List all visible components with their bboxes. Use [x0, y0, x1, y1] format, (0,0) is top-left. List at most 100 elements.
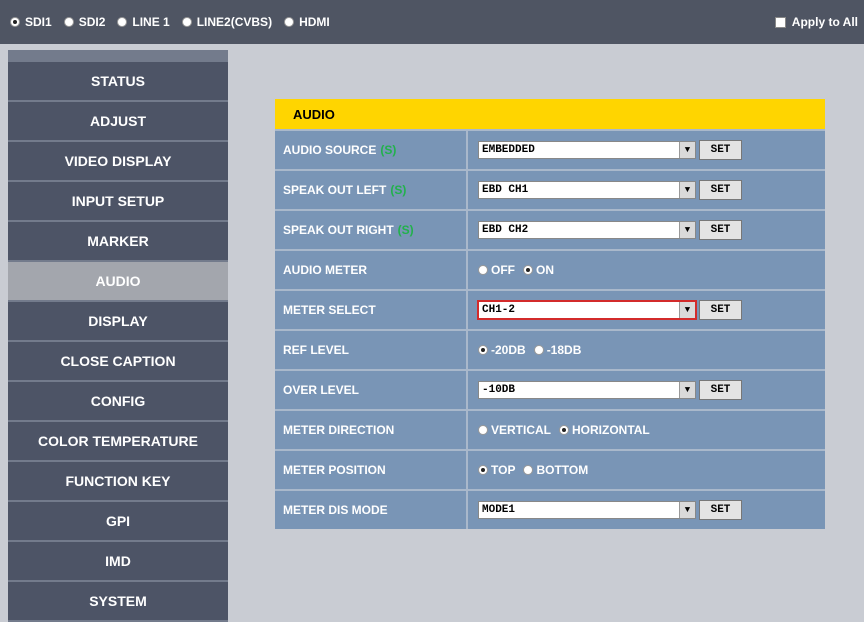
selected-value: -10DB: [482, 384, 516, 396]
audio-source-set-button[interactable]: SET: [699, 140, 742, 160]
input-source-bar: SDI1 SDI2 LINE 1 LINE2(CVBS) HDMI Apply …: [0, 0, 864, 44]
radio-selected-icon[interactable]: [478, 345, 488, 355]
over-level-select[interactable]: -10DB ▼: [478, 381, 696, 399]
sidebar-item-marker[interactable]: MARKER: [8, 222, 228, 262]
radio-icon[interactable]: [117, 17, 128, 27]
meter-direction-vertical-option[interactable]: VERTICAL: [478, 423, 551, 437]
radio-selected-icon[interactable]: [10, 17, 20, 27]
setting-row-meter-direction: METER DIRECTION VERTICAL HORIZONTAL: [275, 409, 825, 449]
speak-out-right-select[interactable]: EBD CH2 ▼: [478, 221, 696, 239]
s-marker: (S): [397, 223, 414, 237]
meter-select-label: METER SELECT: [275, 291, 468, 329]
radio-icon[interactable]: [523, 465, 534, 475]
audio-settings-panel: AUDIO AUDIO SOURCE (S) EMBEDDED ▼ SET SP…: [275, 99, 825, 529]
setting-label: AUDIO SOURCE (S): [275, 131, 468, 169]
audio-meter-on-option[interactable]: ON: [523, 263, 554, 277]
setting-control: EBD CH2 ▼ SET: [468, 211, 825, 249]
option-label: -18DB: [546, 343, 582, 357]
setting-control: -20DB -18DB: [468, 331, 825, 369]
source-option-line1[interactable]: LINE 1: [117, 15, 170, 29]
selected-value: EBD CH2: [482, 224, 529, 236]
source-option-line2-cvbs[interactable]: LINE2(CVBS): [181, 15, 273, 29]
panel-title: AUDIO: [275, 99, 825, 129]
speak-out-right-set-button[interactable]: SET: [699, 220, 742, 240]
radio-icon[interactable]: [478, 425, 488, 435]
audio-source-select[interactable]: EMBEDDED ▼: [478, 141, 696, 159]
meter-dis-mode-label: METER DIS MODE: [275, 491, 468, 529]
setting-row-ref-level: REF LEVEL -20DB -18DB: [275, 329, 825, 369]
audio-source-label: AUDIO SOURCE: [283, 143, 377, 157]
dropdown-arrow-icon[interactable]: ▼: [679, 382, 695, 398]
option-label: HORIZONTAL: [572, 423, 650, 437]
option-label: ON: [536, 263, 554, 277]
meter-dis-mode-set-button[interactable]: SET: [699, 500, 742, 520]
setting-row-meter-position: METER POSITION TOP BOTTOM: [275, 449, 825, 489]
sidebar-item-display[interactable]: DISPLAY: [8, 302, 228, 342]
setting-control: EBD CH1 ▼ SET: [468, 171, 825, 209]
ref-level-20db-option[interactable]: -20DB: [478, 343, 526, 357]
audio-meter-off-option[interactable]: OFF: [478, 263, 515, 277]
sidebar-item-color-temperature[interactable]: COLOR TEMPERATURE: [8, 422, 228, 462]
checkbox-icon[interactable]: [774, 16, 786, 28]
radio-icon[interactable]: [533, 345, 544, 355]
radio-icon[interactable]: [284, 17, 295, 27]
ref-level-18db-option[interactable]: -18DB: [533, 343, 582, 357]
setting-control: TOP BOTTOM: [468, 451, 825, 489]
sidebar-item-config[interactable]: CONFIG: [8, 382, 228, 422]
setting-control: -10DB ▼ SET: [468, 371, 825, 409]
meter-position-bottom-option[interactable]: BOTTOM: [523, 463, 588, 477]
over-level-label: OVER LEVEL: [275, 371, 468, 409]
sidebar-item-input-setup[interactable]: INPUT SETUP: [8, 182, 228, 222]
sidebar-item-close-caption[interactable]: CLOSE CAPTION: [8, 342, 228, 382]
source-label: LINE 1: [132, 15, 170, 29]
sidebar-menu: STATUS ADJUST VIDEO DISPLAY INPUT SETUP …: [8, 50, 228, 622]
speak-out-right-label: SPEAK OUT RIGHT: [283, 223, 394, 237]
meter-position-top-option[interactable]: TOP: [478, 463, 515, 477]
setting-row-meter-select: METER SELECT CH1-2 ▼ SET: [275, 289, 825, 329]
over-level-set-button[interactable]: SET: [699, 380, 742, 400]
apply-to-all-checkbox[interactable]: Apply to All: [774, 0, 858, 44]
sidebar-item-function-key[interactable]: FUNCTION KEY: [8, 462, 228, 502]
radio-icon[interactable]: [478, 265, 488, 275]
option-label: -20DB: [491, 343, 526, 357]
selected-value: EBD CH1: [482, 184, 529, 196]
option-label: TOP: [491, 463, 516, 477]
source-option-sdi2[interactable]: SDI2: [63, 15, 106, 29]
option-label: BOTTOM: [536, 463, 589, 477]
setting-row-audio-source: AUDIO SOURCE (S) EMBEDDED ▼ SET: [275, 129, 825, 169]
source-option-sdi1[interactable]: SDI1: [10, 15, 52, 29]
sidebar-header: [8, 50, 228, 62]
speak-out-left-select[interactable]: EBD CH1 ▼: [478, 181, 696, 199]
sidebar-item-imd[interactable]: IMD: [8, 542, 228, 582]
sidebar-item-audio[interactable]: AUDIO: [8, 262, 228, 302]
meter-direction-label: METER DIRECTION: [275, 411, 468, 449]
radio-icon[interactable]: [181, 17, 192, 27]
dropdown-arrow-icon[interactable]: ▼: [679, 502, 695, 518]
setting-control: MODE1 ▼ SET: [468, 491, 825, 529]
setting-row-speak-out-right: SPEAK OUT RIGHT (S) EBD CH2 ▼ SET: [275, 209, 825, 249]
meter-select-select[interactable]: CH1-2 ▼: [477, 300, 697, 320]
setting-row-audio-meter: AUDIO METER OFF ON: [275, 249, 825, 289]
source-label: SDI2: [78, 15, 106, 29]
meter-dis-mode-select[interactable]: MODE1 ▼: [478, 501, 696, 519]
ref-level-label: REF LEVEL: [275, 331, 468, 369]
selected-value: EMBEDDED: [482, 144, 535, 156]
dropdown-arrow-icon[interactable]: ▼: [679, 302, 695, 318]
sidebar-item-adjust[interactable]: ADJUST: [8, 102, 228, 142]
source-option-hdmi[interactable]: HDMI: [284, 15, 330, 29]
radio-icon[interactable]: [63, 17, 74, 27]
dropdown-arrow-icon[interactable]: ▼: [679, 182, 695, 198]
meter-direction-horizontal-option[interactable]: HORIZONTAL: [559, 423, 650, 437]
sidebar-item-video-display[interactable]: VIDEO DISPLAY: [8, 142, 228, 182]
radio-selected-icon[interactable]: [478, 465, 488, 475]
source-label: LINE2(CVBS): [196, 15, 273, 29]
radio-selected-icon[interactable]: [559, 425, 569, 435]
dropdown-arrow-icon[interactable]: ▼: [679, 142, 695, 158]
sidebar-item-gpi[interactable]: GPI: [8, 502, 228, 542]
dropdown-arrow-icon[interactable]: ▼: [679, 222, 695, 238]
meter-select-set-button[interactable]: SET: [699, 300, 742, 320]
radio-selected-icon[interactable]: [523, 265, 533, 275]
sidebar-item-status[interactable]: STATUS: [8, 62, 228, 102]
speak-out-left-set-button[interactable]: SET: [699, 180, 742, 200]
sidebar-item-system[interactable]: SYSTEM: [8, 582, 228, 622]
